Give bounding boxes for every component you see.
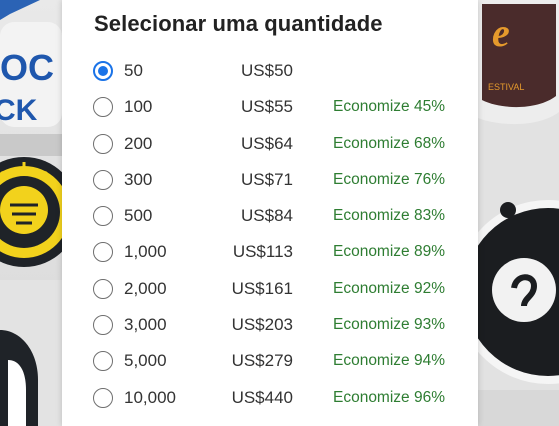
quantity-option[interactable]: 5,000 US$279 Economize 94% (62, 343, 478, 379)
price-label: US$50 (241, 61, 293, 80)
savings-label: Economize 89% (332, 243, 445, 261)
quantity-option[interactable]: 50 US$50 (62, 53, 478, 89)
savings-label: Economize 94% (332, 352, 445, 370)
quantity-option[interactable]: 300 US$71 Economize 76% (62, 162, 478, 198)
quantity-radio[interactable] (93, 387, 113, 408)
savings-label: Economize 83% (332, 207, 445, 225)
quantity-radio[interactable] (93, 61, 113, 81)
background-left-stickers: OC CK (0, 0, 62, 426)
quantity-options-list: 50 US$50 100 US$55 Economize 45% 200 US$64 Econ… (62, 53, 478, 416)
quantity-option[interactable]: 200 US$64 Economize 68% (62, 126, 478, 162)
quantity-option[interactable]: 1,000 US$113 Economize 89% (62, 234, 478, 270)
quantity-label: 1,000 (124, 242, 167, 262)
quantity-label: 3,000 (124, 315, 167, 335)
quantity-radio[interactable] (93, 315, 113, 336)
savings-label: Economize 92% (332, 279, 445, 297)
price-label: US$71 (241, 169, 293, 189)
quantity-radio[interactable] (93, 97, 113, 118)
savings-label: Economize 76% (332, 170, 445, 188)
quantity-label: 200 (124, 133, 153, 153)
price-label: US$64 (241, 133, 293, 153)
panel-title: Selecionar uma quantidade (94, 11, 383, 36)
quantity-label: 10,000 (124, 387, 176, 407)
price-label: US$161 (231, 278, 293, 298)
quantity-radio[interactable] (93, 278, 113, 299)
quantity-label: 500 (124, 206, 153, 226)
quantity-option[interactable]: 2,000 US$161 Economize 92% (62, 271, 478, 307)
quantity-selector-panel: Selecionar uma quantidade 50 US$50 100 US$5… (62, 0, 478, 426)
price-label: US$55 (241, 97, 293, 117)
price-label: US$440 (231, 387, 293, 407)
quantity-label: 5,000 (124, 351, 167, 371)
quantity-option[interactable]: 3,000 US$203 Economize 93% (62, 307, 478, 343)
sticker-text-oc: OC (0, 47, 54, 88)
background-right-stickers: e ESTIVAL (478, 0, 559, 426)
quantity-option[interactable]: 500 US$84 Economize 83% (62, 198, 478, 234)
price-label: US$279 (231, 351, 293, 371)
quantity-label: 2,000 (124, 278, 167, 298)
quantity-radio[interactable] (93, 169, 113, 190)
sticker-letter: e (492, 10, 510, 55)
quantity-radio[interactable] (93, 133, 113, 154)
quantity-label: 300 (124, 169, 153, 189)
sticker-text-ck: CK (0, 94, 38, 127)
quantity-radio[interactable] (93, 206, 113, 227)
savings-label: Economize 45% (332, 98, 445, 116)
quantity-label: 100 (124, 97, 153, 117)
savings-label: Economize 93% (332, 316, 445, 334)
sticker-text-festival: ESTIVAL (488, 82, 524, 92)
quantity-option[interactable]: 10,000 US$440 Economize 96% (62, 380, 478, 416)
price-label: US$113 (232, 242, 293, 262)
quantity-option[interactable]: 100 US$55 Economize 45% (62, 89, 478, 125)
quantity-radio[interactable] (93, 351, 113, 372)
price-label: US$203 (231, 315, 293, 335)
quantity-label: 50 (124, 61, 143, 80)
quantity-radio[interactable] (93, 242, 113, 263)
savings-label: Economize 68% (332, 134, 445, 152)
price-label: US$84 (241, 206, 293, 226)
savings-label: Economize 96% (332, 388, 445, 406)
